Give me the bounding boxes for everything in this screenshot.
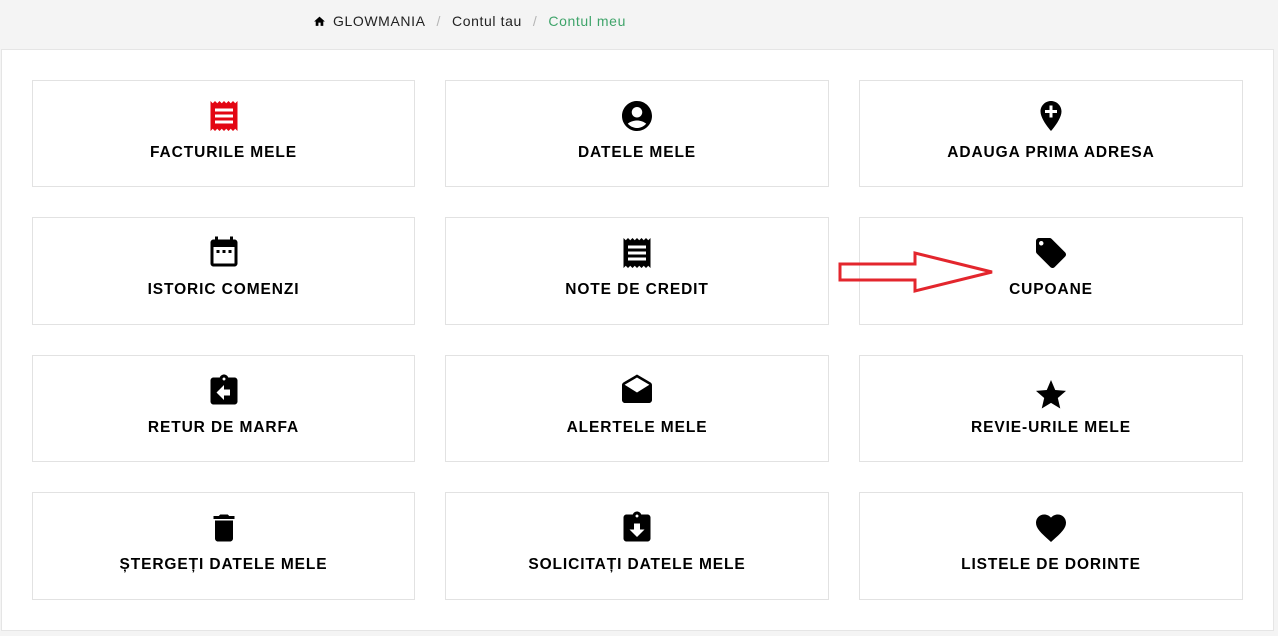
tile-label: ISTORIC COMENZI — [147, 281, 300, 298]
tile-label: ALERTELE MELE — [566, 419, 708, 436]
tile-label: ȘTERGEȚI DATELE MELE — [119, 556, 328, 573]
return-clipboard-icon — [206, 372, 242, 410]
my-data-tile[interactable]: DATELE MELE — [445, 80, 829, 187]
invoices-tile[interactable]: FACTURILE MELE — [32, 80, 415, 187]
breadcrumb: GLOWMANIA / Contul tau / Contul meu — [313, 10, 626, 32]
tile-label: ADAUGA PRIMA ADRESA — [947, 144, 1155, 161]
request-data-tile[interactable]: SOLICITAȚI DATELE MELE — [445, 492, 829, 600]
trash-icon — [206, 509, 242, 547]
account-links-grid: FACTURILE MELE DATELE MELE ADAUGA PRIMA … — [32, 80, 1243, 600]
add-address-tile[interactable]: ADAUGA PRIMA ADRESA — [859, 80, 1243, 187]
calendar-icon — [206, 234, 242, 272]
add-location-icon — [1033, 97, 1069, 135]
order-history-tile[interactable]: ISTORIC COMENZI — [32, 217, 415, 325]
tile-label: LISTELE DE DORINTE — [961, 556, 1141, 573]
tile-label: CUPOANE — [1009, 281, 1093, 298]
breadcrumb-account-link[interactable]: Contul tau — [452, 13, 522, 29]
tag-icon — [1033, 234, 1069, 272]
reviews-tile[interactable]: REVIE-URILE MELE — [859, 355, 1243, 462]
download-clipboard-icon — [619, 509, 655, 547]
coupons-tile[interactable]: CUPOANE — [859, 217, 1243, 325]
wishlists-tile[interactable]: LISTELE DE DORINTE — [859, 492, 1243, 600]
account-panel: FACTURILE MELE DATELE MELE ADAUGA PRIMA … — [1, 49, 1274, 631]
open-envelope-icon — [619, 372, 655, 410]
tile-label: DATELE MELE — [577, 144, 697, 161]
heart-icon — [1033, 509, 1069, 547]
star-icon — [1033, 372, 1069, 410]
receipt-icon — [619, 234, 655, 272]
breadcrumb-separator: / — [436, 13, 442, 29]
breadcrumb-separator: / — [532, 13, 538, 29]
tile-label: FACTURILE MELE — [150, 144, 297, 161]
receipt-icon — [206, 97, 242, 135]
tile-label: NOTE DE CREDIT — [565, 281, 709, 298]
home-icon[interactable] — [313, 15, 326, 28]
alerts-tile[interactable]: ALERTELE MELE — [445, 355, 829, 462]
breadcrumb-home-link[interactable]: GLOWMANIA — [333, 13, 426, 29]
tile-label: SOLICITAȚI DATELE MELE — [528, 556, 746, 573]
breadcrumb-current: Contul meu — [548, 13, 626, 29]
tile-label: REVIE-URILE MELE — [971, 419, 1131, 436]
tile-label: RETUR DE MARFA — [147, 419, 300, 436]
account-circle-icon — [619, 97, 655, 135]
delete-data-tile[interactable]: ȘTERGEȚI DATELE MELE — [32, 492, 415, 600]
returns-tile[interactable]: RETUR DE MARFA — [32, 355, 415, 462]
credit-notes-tile[interactable]: NOTE DE CREDIT — [445, 217, 829, 325]
